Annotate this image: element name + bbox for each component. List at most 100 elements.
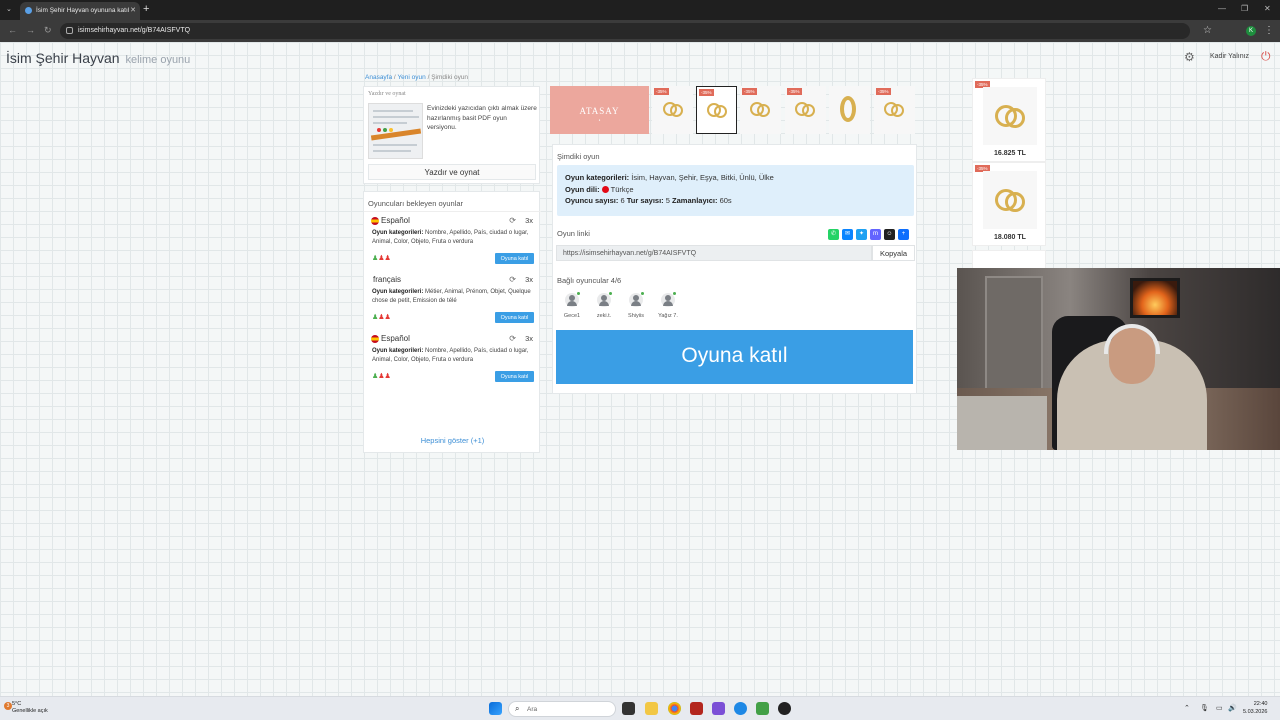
product-price: 18.080 TL (994, 234, 1026, 241)
search-icon: ⌕ (515, 704, 520, 713)
network-icon[interactable]: ▭ (1216, 704, 1223, 712)
reload-icon[interactable]: ↻ (44, 25, 52, 36)
game-rounds: 3x (525, 216, 533, 225)
join-game-main-button[interactable]: Oyuna katıl (556, 330, 913, 384)
breadcrumb-current: Şimdiki oyun (431, 74, 469, 81)
ad-brand-logo[interactable]: ATASAY ♦ (550, 86, 649, 134)
game-language-row: Oyun dili: Türkçe (565, 184, 634, 194)
ad-product[interactable]: -35% (740, 86, 781, 134)
bookmark-star-icon[interactable]: ☆ (1203, 25, 1212, 36)
ring-product-image (983, 87, 1037, 145)
rounds-icon: ⟳ (509, 334, 516, 343)
app-icon[interactable] (756, 702, 769, 715)
back-icon[interactable]: ← (8, 25, 17, 35)
site-logo[interactable]: İsim Şehir Hayvan kelime oyunu (6, 50, 190, 66)
player-icons: ♟♟♟ (372, 255, 391, 262)
maximize-icon[interactable]: ❐ (1241, 4, 1248, 13)
profile-avatar[interactable]: K (1246, 26, 1256, 36)
breadcrumb-new-game[interactable]: Yeni oyun (397, 74, 425, 81)
forward-icon[interactable]: → (26, 25, 35, 35)
logout-power-icon[interactable]: ⏻ (1261, 49, 1271, 64)
breadcrumb-home[interactable]: Anasayfa (365, 74, 392, 81)
tab-search-icon[interactable]: ⌄ (6, 5, 12, 13)
user-name[interactable]: Kadir Yalınız (1210, 53, 1249, 60)
join-game-button[interactable]: Oyuna katıl (495, 371, 534, 382)
ad-product[interactable]: -35% (874, 86, 915, 134)
player-icons: ♟♟♟ (372, 373, 391, 380)
show-all-link[interactable]: Hepsini göster (+1) (364, 436, 541, 445)
join-game-button[interactable]: Oyuna katıl (495, 253, 534, 264)
windows-taskbar: 3 5°C Genellikle açık ⌕ Ara ⌃ 🎙 ▭ 🔊 22:4… (0, 696, 1280, 720)
join-game-button[interactable]: Oyuna katıl (495, 312, 534, 323)
microphone-icon[interactable]: 🎙 (1200, 704, 1209, 712)
player-name: Gece1 (563, 313, 581, 319)
rounds-icon: ⟳ (509, 275, 516, 284)
task-view-icon[interactable] (622, 702, 635, 715)
discount-badge: -35% (699, 89, 714, 96)
breadcrumb-separator: / (393, 74, 396, 81)
game-categories: Oyun kategorileri: Nombre, Apellido, Paí… (372, 230, 529, 245)
ad-banner[interactable]: ATASAY ♦ -35% -35% -35% -35% -35% (550, 86, 918, 134)
print-and-play-card: Yazdır ve oynat Evinizdeki yazıcıdan çık… (363, 86, 540, 184)
breadcrumb: Anasayfa / Yeni oyun / Şimdiki oyun (365, 74, 468, 81)
site-favicon-icon (25, 7, 32, 14)
taskbar-clock[interactable]: 22:40 5.03.2026 (1243, 701, 1267, 716)
close-tab-icon[interactable]: ✕ (130, 6, 136, 14)
user-avatar-icon (661, 292, 676, 307)
copy-button[interactable]: Kopyala (872, 245, 915, 261)
connected-player: zeki.t. (589, 292, 619, 319)
app-icon[interactable] (712, 702, 725, 715)
game-settings-row: Oyuncu sayısı: 6 Tur sayısı: 5 Zamanlayı… (565, 196, 732, 205)
connected-player: Shiyiis (621, 292, 651, 319)
ad-product[interactable]: -35% (785, 86, 826, 134)
user-avatar-icon (597, 292, 612, 307)
waiting-games-card: Oyuncuları bekleyen oyunlar Español ⟳ 3x… (363, 191, 541, 453)
settings-gear-icon[interactable]: ⚙ (1184, 50, 1195, 64)
user-avatar-icon (565, 292, 580, 307)
url-field[interactable]: isimsehirhayvan.net/g/B74AISFVTQ (60, 23, 1190, 39)
spain-flag-icon (371, 335, 379, 343)
side-ad-product[interactable]: -35% 16.825 TL (972, 78, 1046, 162)
game-link-field[interactable]: https://isimsehirhayvan.net/g/B74AISFVTQ (556, 245, 872, 261)
ad-product[interactable] (829, 86, 870, 134)
print-preview-image[interactable] (368, 103, 423, 159)
side-ad-product[interactable]: -35% 18.080 TL (972, 162, 1046, 246)
discount-badge: -35% (787, 88, 802, 95)
site-info-icon[interactable] (66, 27, 73, 34)
whatsapp-icon[interactable]: ✆ (828, 229, 839, 240)
browser-menu-icon[interactable]: ⋮ (1264, 25, 1274, 36)
volume-icon[interactable]: 🔊 (1228, 704, 1237, 712)
file-explorer-icon[interactable] (645, 702, 658, 715)
mastodon-icon[interactable]: m (870, 229, 881, 240)
tray-chevron-icon[interactable]: ⌃ (1184, 704, 1190, 712)
share-more-icon[interactable]: + (898, 229, 909, 240)
close-window-icon[interactable]: ✕ (1264, 4, 1271, 13)
ad-product[interactable]: -35% (696, 86, 737, 134)
twitter-icon[interactable]: ✦ (856, 229, 867, 240)
edge-icon[interactable] (734, 702, 747, 715)
side-ad-product[interactable] (972, 250, 1046, 270)
taskbar-search[interactable]: ⌕ Ara (508, 701, 616, 717)
app-icon[interactable] (778, 702, 791, 715)
user-avatar-icon (629, 292, 644, 307)
weather-badge-icon: 3 (4, 702, 12, 710)
game-rounds: 3x (525, 275, 533, 284)
new-tab-icon[interactable]: + (143, 3, 149, 15)
weather-widget[interactable]: 3 5°C Genellikle açık (4, 701, 48, 715)
browser-tab-bar: ⌄ İsim Şehir Hayvan oyununa katıl ✕ + — … (0, 0, 1280, 20)
connected-players-label: Bağlı oyuncular 4/6 (557, 276, 622, 285)
messenger-icon[interactable]: ✉ (842, 229, 853, 240)
discount-badge: -35% (742, 88, 757, 95)
site-title: İsim Şehir Hayvan (6, 50, 120, 66)
ad-product[interactable]: -35% (652, 86, 693, 134)
snapchat-icon[interactable]: ☺ (884, 229, 895, 240)
player-name: Shiyiis (628, 313, 644, 319)
breadcrumb-separator: / (427, 74, 430, 81)
minimize-icon[interactable]: — (1218, 4, 1226, 13)
game-categories-row: Oyun kategorileri: İsim, Hayvan, Şehir, … (565, 173, 774, 182)
app-icon[interactable] (690, 702, 703, 715)
browser-tab[interactable]: İsim Şehir Hayvan oyununa katıl ✕ (20, 2, 140, 20)
chrome-icon[interactable] (668, 702, 681, 715)
print-and-play-button[interactable]: Yazdır ve oynat (368, 164, 536, 180)
windows-start-icon[interactable] (489, 702, 502, 715)
